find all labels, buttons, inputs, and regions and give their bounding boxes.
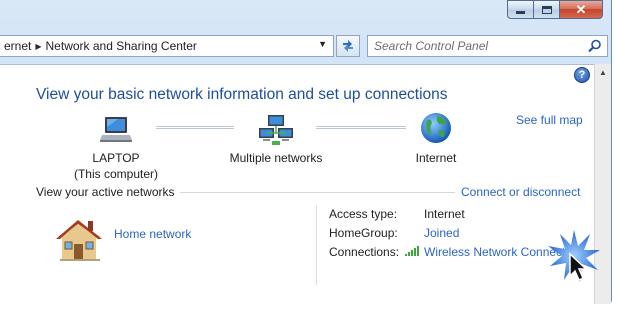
wireless-signal-icon	[405, 246, 419, 256]
homegroup-label: HomeGroup:	[329, 226, 398, 240]
scroll-up-arrow-icon[interactable]: ▲	[595, 64, 611, 81]
access-type-value: Internet	[424, 207, 465, 221]
address-bar[interactable]: ernet ▶ Network and Sharing Center ▼	[0, 35, 334, 57]
close-button[interactable]: ✕	[559, 0, 603, 19]
connect-or-disconnect-link[interactable]: Connect or disconnect	[461, 185, 580, 199]
network-node-multiple[interactable]: Multiple networks	[226, 113, 326, 166]
breadcrumb-parent[interactable]: ernet	[0, 39, 35, 53]
title-bar-buttons: ✕	[507, 0, 603, 19]
node-label: Internet	[415, 151, 457, 165]
connection-line	[316, 126, 406, 129]
close-icon: ✕	[575, 1, 587, 17]
maximize-button[interactable]	[533, 0, 559, 19]
search-input[interactable]	[374, 39, 583, 53]
page-title: View your basic network information and …	[36, 86, 448, 103]
minimize-icon	[516, 11, 525, 14]
refresh-icon	[343, 40, 353, 52]
click-highlight-icon	[548, 230, 600, 282]
home-network-icon[interactable]	[54, 217, 106, 266]
properties-divider	[316, 205, 317, 285]
globe-icon	[421, 113, 451, 143]
maximize-icon	[541, 5, 552, 14]
node-sublabel: (This computer)	[73, 167, 159, 181]
help-icon[interactable]: ?	[574, 67, 590, 83]
connection-line	[156, 126, 234, 129]
active-networks-label: View your active networks	[36, 185, 175, 199]
refresh-button[interactable]	[336, 35, 360, 57]
address-dropdown-icon[interactable]: ▼	[318, 39, 327, 49]
see-full-map-link[interactable]: See full map	[516, 113, 583, 127]
search-icon[interactable]	[583, 36, 607, 56]
laptop-icon	[100, 117, 132, 142]
wireless-connection-link[interactable]: Wireless Network Connection	[424, 245, 564, 259]
network-node-internet[interactable]: Internet	[406, 110, 466, 166]
section-divider	[180, 192, 455, 193]
connections-label: Connections:	[329, 245, 400, 259]
access-type-label: Access type:	[329, 207, 398, 221]
node-label: Multiple networks	[229, 151, 323, 165]
network-node-laptop[interactable]: LAPTOP (This computer)	[70, 113, 162, 182]
home-network-link[interactable]: Home network	[114, 227, 191, 241]
search-box[interactable]	[367, 35, 608, 57]
minimize-button[interactable]	[507, 0, 533, 19]
node-label: LAPTOP	[92, 151, 140, 165]
homegroup-link[interactable]: Joined	[424, 226, 459, 240]
multiple-networks-icon	[259, 115, 293, 145]
breadcrumb-current[interactable]: Network and Sharing Center	[42, 39, 201, 53]
